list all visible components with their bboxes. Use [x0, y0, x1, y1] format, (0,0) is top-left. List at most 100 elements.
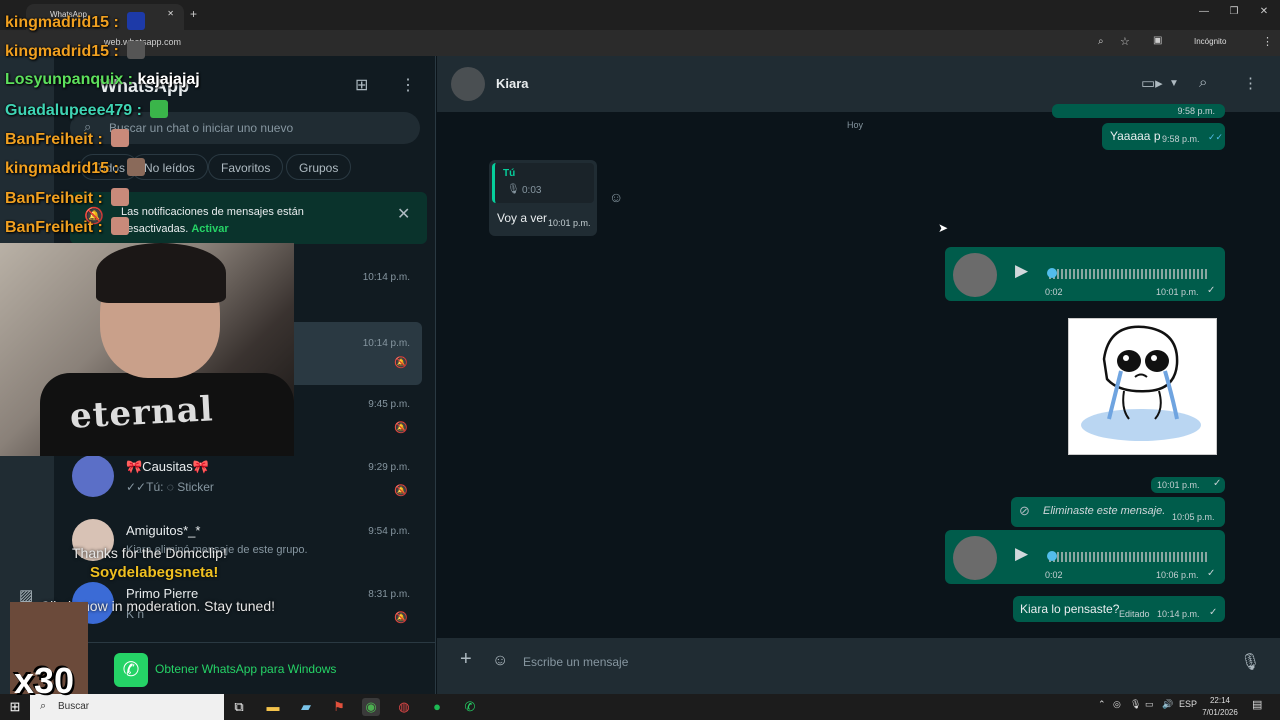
- sent-tick-icon: ✓: [1207, 568, 1216, 579]
- clock[interactable]: 22:14 7/01/2026: [1200, 695, 1240, 719]
- multiplier-count: x30: [14, 660, 75, 701]
- message-bubble[interactable]: Kiara lo pensaste? Editado 10:14 p.m. ✓: [1013, 596, 1225, 622]
- contact-name: Kiara: [496, 76, 529, 91]
- voice-duration: 0:02: [1045, 570, 1063, 580]
- deleted-message[interactable]: ⊘ Eliminaste este mensaje. 10:05 p.m.: [1011, 497, 1225, 527]
- filter-favoritos[interactable]: Favoritos: [208, 154, 284, 180]
- message-time: 10:14 p.m.: [1157, 609, 1200, 619]
- tray-network-icon[interactable]: ▭: [1145, 699, 1154, 710]
- sent-tick-icon: ✓: [1213, 478, 1222, 489]
- message-time: 10:06 p.m.: [1156, 570, 1199, 580]
- new-chat-icon[interactable]: ⊞: [355, 75, 368, 95]
- clock-date: 7/01/2026: [1202, 708, 1238, 717]
- webcam-overlay: eternal: [0, 243, 294, 456]
- address-bar: web.whatsapp.com ⌕ ☆ ▣ Incógnito ⋮: [0, 30, 1280, 56]
- message-bubble[interactable]: Yaaaaa p 9:58 p.m. ✓✓: [1102, 123, 1225, 150]
- emoji-react-icon[interactable]: ☺: [609, 189, 623, 205]
- chat-time: 9:54 p.m.: [368, 526, 410, 537]
- plus-icon[interactable]: +: [460, 648, 472, 671]
- message-text: Kiara lo pensaste?: [1020, 602, 1120, 616]
- chat-name: 🎀Causitas🎀: [126, 459, 209, 474]
- chat-menu-icon[interactable]: ⋮: [1243, 74, 1258, 92]
- day-label: Hoy: [847, 120, 864, 130]
- message-time: 10:01 p.m.: [1157, 480, 1200, 490]
- message-text: Eliminaste este mensaje.: [1043, 505, 1166, 517]
- crying-face-sticker: [1081, 325, 1201, 441]
- activar-link[interactable]: Activar: [191, 223, 228, 235]
- tray-app-icon[interactable]: ◎: [1113, 699, 1121, 710]
- voice-message[interactable]: ▶ 0:02 10:01 p.m. ✓: [945, 247, 1225, 301]
- contact-avatar[interactable]: [451, 67, 485, 101]
- chat-name: Amiguitos*_*: [126, 523, 201, 538]
- notifications-icon[interactable]: ▤: [1252, 698, 1262, 711]
- muted-icon: 🔕: [394, 485, 408, 497]
- message-composer: + ☺ Escribe un mensaje 🎙: [437, 638, 1280, 694]
- message-input[interactable]: Escribe un mensaje: [517, 648, 1217, 676]
- tray-chevron-icon[interactable]: ⌃: [1098, 699, 1106, 710]
- chat-time: 10:14 p.m.: [362, 272, 410, 283]
- emote-multiplier: x30: [10, 602, 88, 701]
- message-bubble-partial: 9:58 p.m.: [1052, 104, 1225, 118]
- chrome-icon[interactable]: ◉: [362, 698, 380, 716]
- spotify-icon[interactable]: ●: [428, 698, 446, 716]
- obs-icon[interactable]: ◍: [395, 698, 413, 716]
- restore-icon[interactable]: ❐: [1224, 6, 1244, 17]
- sticker-image[interactable]: [1068, 318, 1217, 455]
- emoji-icon[interactable]: ☺: [492, 652, 508, 670]
- play-icon[interactable]: ▶: [1015, 261, 1028, 281]
- muted-icon: 🔕: [394, 357, 408, 369]
- emote-icon: [111, 188, 130, 206]
- app-icon[interactable]: ⚑: [330, 698, 348, 716]
- edited-label: Editado: [1119, 609, 1150, 619]
- mouse-cursor-icon: ➤: [938, 221, 949, 235]
- message-bubble[interactable]: Tú 🎙 0:03 Voy a ver 10:01 p.m.: [489, 160, 597, 236]
- tray-lang[interactable]: ESP: [1179, 699, 1197, 709]
- video-call-icon[interactable]: ▭▸: [1141, 74, 1163, 92]
- filter-grupos[interactable]: Grupos: [286, 154, 352, 180]
- tray-mic-icon[interactable]: 🎙: [1130, 699, 1141, 710]
- avatar: [953, 253, 997, 297]
- seek-handle[interactable]: [1047, 268, 1057, 278]
- message-placeholder: Escribe un mensaje: [523, 655, 629, 669]
- minimize-icon[interactable]: —: [1194, 6, 1214, 17]
- browser-menu-icon[interactable]: ⋮: [1262, 35, 1273, 48]
- chevron-down-icon[interactable]: ▼: [1169, 78, 1179, 89]
- bookmark-star-icon[interactable]: ☆: [1120, 35, 1130, 48]
- reply-quote[interactable]: Tú 🎙 0:03: [492, 163, 594, 203]
- shirt-text: eternal: [69, 389, 215, 437]
- muted-icon: 🔕: [394, 612, 408, 624]
- notepad-icon[interactable]: ▰: [297, 698, 315, 716]
- close-window-icon[interactable]: ✕: [1254, 6, 1274, 17]
- quote-author: Tú: [503, 168, 516, 179]
- new-tab-icon[interactable]: +: [190, 7, 197, 21]
- whatsapp-icon[interactable]: ✆: [461, 698, 479, 716]
- blocked-icon: ⊘: [1019, 503, 1030, 518]
- tray-volume-icon[interactable]: 🔊: [1162, 699, 1173, 710]
- search-icon[interactable]: ⌕: [1199, 74, 1207, 91]
- seek-handle[interactable]: [1047, 551, 1057, 561]
- sent-tick-icon: ✓: [1207, 285, 1216, 296]
- message-time: 9:58 p.m.: [1162, 134, 1200, 144]
- close-icon[interactable]: ✕: [397, 204, 410, 224]
- task-view-icon[interactable]: ⧉: [230, 698, 248, 716]
- file-explorer-icon[interactable]: ▬: [264, 698, 282, 716]
- voice-duration: 0:02: [1045, 287, 1063, 297]
- extension-icon[interactable]: ▣: [1153, 35, 1162, 46]
- stream-chat-line: BanFreiheit :: [5, 129, 130, 149]
- voice-message[interactable]: ▶ 0:02 10:06 p.m. ✓: [945, 530, 1225, 584]
- play-icon[interactable]: ▶: [1015, 544, 1028, 564]
- mic-icon[interactable]: 🎙: [1240, 652, 1260, 672]
- streamer-hair: [96, 243, 226, 303]
- waveform[interactable]: [1049, 269, 1207, 279]
- stream-chat-line: kingmadrid15 :: [5, 41, 146, 61]
- incognito-label: Incógnito: [1194, 37, 1227, 46]
- chat-time: 9:45 p.m.: [368, 399, 410, 410]
- close-tab-icon[interactable]: ✕: [167, 9, 174, 18]
- emote-icon: [111, 129, 130, 147]
- list-item[interactable]: 🎀Causitas🎀 ✓✓Tú: ◌ Sticker 9:29 p.m. 🔕: [54, 454, 422, 517]
- emote-icon: [127, 41, 146, 59]
- sidebar-menu-icon[interactable]: ⋮: [400, 75, 416, 95]
- waveform[interactable]: [1049, 552, 1207, 562]
- zoom-icon[interactable]: ⌕: [1098, 36, 1104, 47]
- get-app-banner[interactable]: ✆ Obtener WhatsApp para Windows: [54, 642, 436, 694]
